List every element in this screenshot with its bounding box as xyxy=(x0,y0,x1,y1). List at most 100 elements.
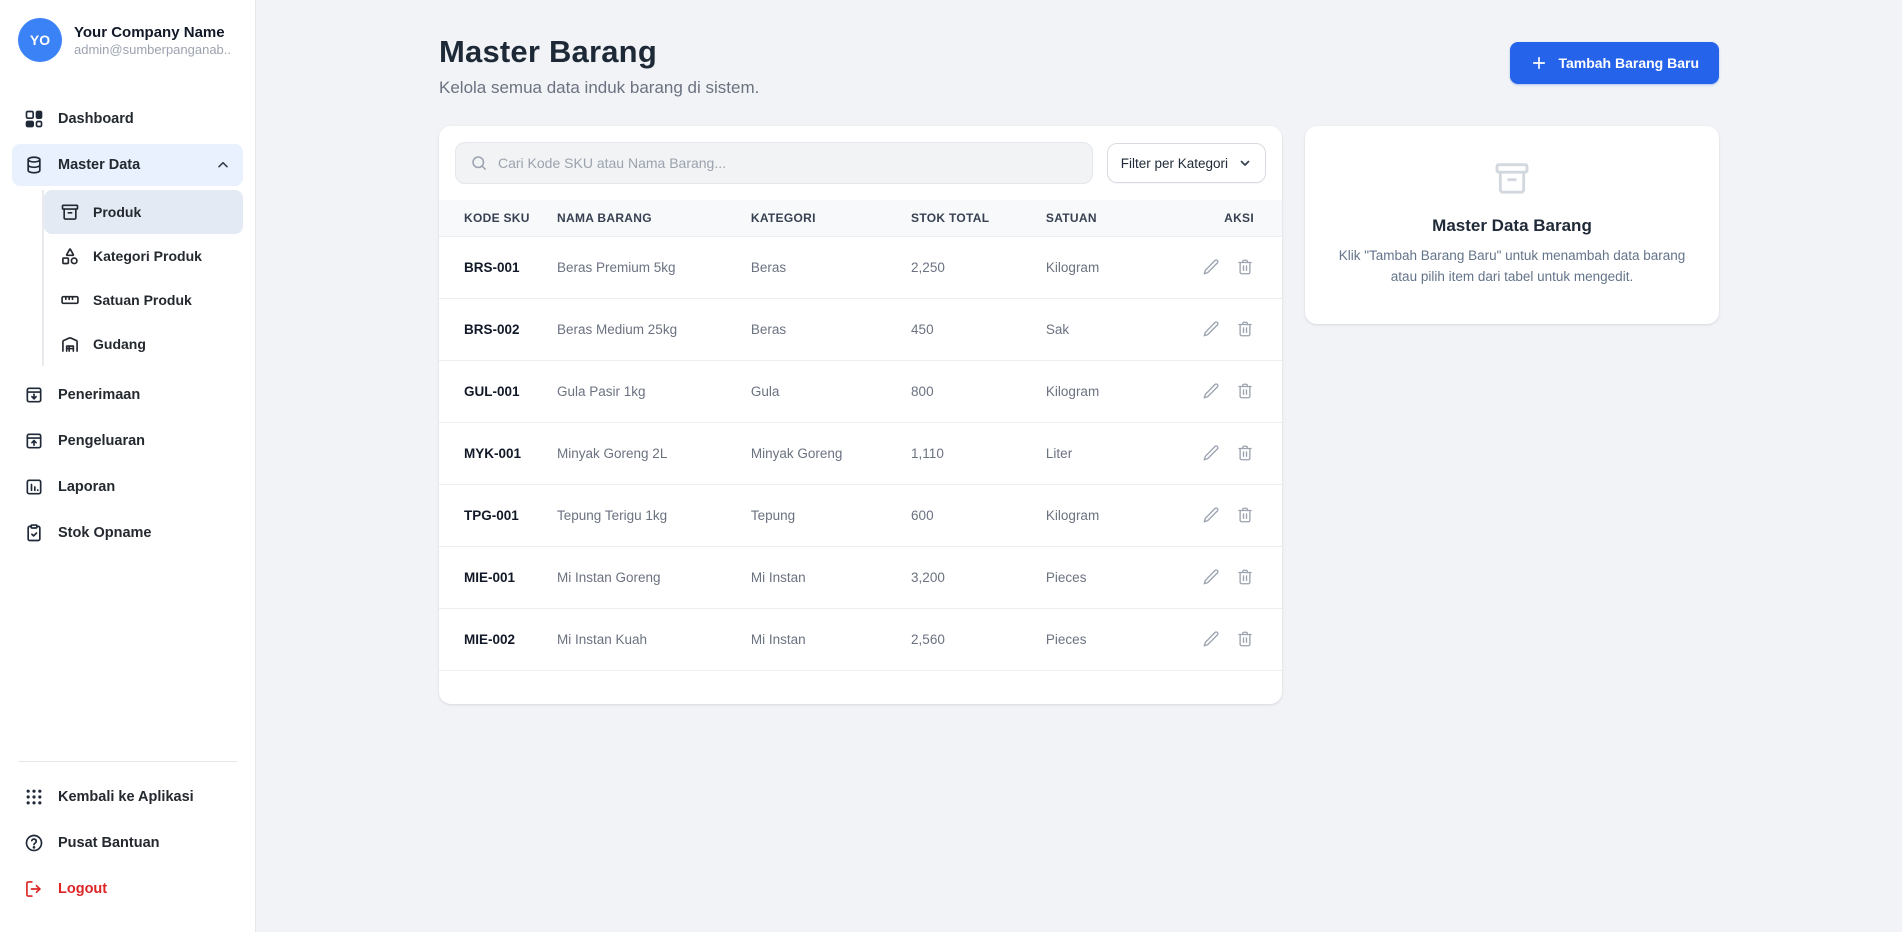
category-filter-select[interactable]: Filter per Kategori xyxy=(1107,143,1266,183)
cell-stok-total: 1,110 xyxy=(911,422,1046,484)
master-data-submenu: Produk Kategori Produk Satuan Produk Gud… xyxy=(42,190,243,366)
cell-kategori: Minyak Goreng xyxy=(751,422,911,484)
delete-button[interactable] xyxy=(1236,630,1254,648)
cell-kategori: Tepung xyxy=(751,484,911,546)
sidebar-item-kembali-ke-aplikasi[interactable]: Kembali ke Aplikasi xyxy=(12,776,243,818)
sidebar-item-label: Gudang xyxy=(93,336,146,352)
cell-satuan: Kilogram xyxy=(1046,360,1164,422)
cell-stok-total: 450 xyxy=(911,298,1046,360)
ruler-icon xyxy=(60,290,80,310)
sidebar-item-kategori-produk[interactable]: Kategori Produk xyxy=(44,234,243,278)
info-card-title: Master Data Barang xyxy=(1335,216,1689,236)
table-header-row: KODE SKU NAMA BARANG KATEGORI STOK TOTAL… xyxy=(439,200,1282,236)
table-row[interactable]: MIE-002Mi Instan KuahMi Instan2,560Piece… xyxy=(439,608,1282,670)
table-body: BRS-001Beras Premium 5kgBeras2,250Kilogr… xyxy=(439,236,1282,670)
sidebar-footer: Kembali ke Aplikasi Pusat Bantuan Logout xyxy=(12,761,243,914)
sidebar-item-label: Produk xyxy=(93,204,141,220)
search-box xyxy=(455,142,1093,184)
table-footer xyxy=(439,670,1282,704)
sidebar-item-label: Kembali ke Aplikasi xyxy=(58,789,194,805)
add-item-button-label: Tambah Barang Baru xyxy=(1558,55,1699,71)
cell-nama-barang: Gula Pasir 1kg xyxy=(557,360,751,422)
inbox-arrow-up-icon xyxy=(24,431,44,451)
logout-icon xyxy=(24,879,44,899)
sidebar-nav: Dashboard Master Data Produk Ka xyxy=(12,98,243,558)
cell-aksi xyxy=(1164,608,1282,670)
sidebar-item-label: Stok Opname xyxy=(58,525,151,541)
delete-button[interactable] xyxy=(1236,382,1254,400)
edit-button[interactable] xyxy=(1202,630,1220,648)
sidebar-item-label: Kategori Produk xyxy=(93,248,202,264)
sidebar-item-pusat-bantuan[interactable]: Pusat Bantuan xyxy=(12,822,243,864)
delete-button[interactable] xyxy=(1236,568,1254,586)
cell-aksi xyxy=(1164,422,1282,484)
avatar: YO xyxy=(18,18,62,62)
sidebar-item-laporan[interactable]: Laporan xyxy=(12,466,243,508)
sidebar-item-produk[interactable]: Produk xyxy=(44,190,243,234)
cell-kode-sku: MIE-002 xyxy=(439,608,557,670)
cell-kode-sku: MYK-001 xyxy=(439,422,557,484)
search-input[interactable] xyxy=(498,155,1078,171)
table-row[interactable]: GUL-001Gula Pasir 1kgGula800Kilogram xyxy=(439,360,1282,422)
table-toolbar: Filter per Kategori xyxy=(439,126,1282,200)
cell-aksi xyxy=(1164,236,1282,298)
cell-aksi xyxy=(1164,546,1282,608)
cell-satuan: Sak xyxy=(1046,298,1164,360)
sidebar-item-label: Pusat Bantuan xyxy=(58,835,160,851)
edit-button[interactable] xyxy=(1202,444,1220,462)
delete-button[interactable] xyxy=(1236,444,1254,462)
dashboard-icon xyxy=(24,109,44,129)
cell-satuan: Liter xyxy=(1046,422,1164,484)
edit-button[interactable] xyxy=(1202,320,1220,338)
table-row[interactable]: MIE-001Mi Instan GorengMi Instan3,200Pie… xyxy=(439,546,1282,608)
delete-button[interactable] xyxy=(1236,320,1254,338)
cell-kode-sku: GUL-001 xyxy=(439,360,557,422)
column-header-stok-total: STOK TOTAL xyxy=(911,200,1046,236)
page-title: Master Barang xyxy=(439,34,759,70)
cell-kategori: Gula xyxy=(751,360,911,422)
table-row[interactable]: BRS-001Beras Premium 5kgBeras2,250Kilogr… xyxy=(439,236,1282,298)
cell-aksi xyxy=(1164,484,1282,546)
company-email: admin@sumberpanganab... xyxy=(74,42,232,57)
cell-aksi xyxy=(1164,360,1282,422)
sidebar-item-satuan-produk[interactable]: Satuan Produk xyxy=(44,278,243,322)
cell-kode-sku: BRS-002 xyxy=(439,298,557,360)
column-header-aksi: AKSI xyxy=(1164,200,1282,236)
cell-nama-barang: Mi Instan Goreng xyxy=(557,546,751,608)
cell-nama-barang: Tepung Terigu 1kg xyxy=(557,484,751,546)
search-icon xyxy=(470,154,488,172)
delete-button[interactable] xyxy=(1236,258,1254,276)
sidebar-item-gudang[interactable]: Gudang xyxy=(44,322,243,366)
sidebar-item-stok-opname[interactable]: Stok Opname xyxy=(12,512,243,554)
products-table-card: Filter per Kategori KODE SKU NAMA BARANG… xyxy=(439,126,1282,704)
delete-button[interactable] xyxy=(1236,506,1254,524)
edit-button[interactable] xyxy=(1202,258,1220,276)
cell-nama-barang: Beras Premium 5kg xyxy=(557,236,751,298)
sidebar-divider xyxy=(18,761,237,762)
sidebar: YO Your Company Name admin@sumberpangana… xyxy=(0,0,256,932)
sidebar-item-dashboard[interactable]: Dashboard xyxy=(12,98,243,140)
cell-kategori: Beras xyxy=(751,298,911,360)
table-row[interactable]: BRS-002Beras Medium 25kgBeras450Sak xyxy=(439,298,1282,360)
grid-dots-icon xyxy=(24,787,44,807)
cell-satuan: Kilogram xyxy=(1046,236,1164,298)
sidebar-item-master-data[interactable]: Master Data xyxy=(12,144,243,186)
edit-button[interactable] xyxy=(1202,506,1220,524)
cell-kode-sku: MIE-001 xyxy=(439,546,557,608)
table-row[interactable]: TPG-001Tepung Terigu 1kgTepung600Kilogra… xyxy=(439,484,1282,546)
sidebar-item-logout[interactable]: Logout xyxy=(12,868,243,910)
cell-kode-sku: BRS-001 xyxy=(439,236,557,298)
add-item-button[interactable]: Tambah Barang Baru xyxy=(1510,42,1719,84)
sidebar-item-label: Logout xyxy=(58,881,107,897)
sidebar-item-penerimaan[interactable]: Penerimaan xyxy=(12,374,243,416)
edit-button[interactable] xyxy=(1202,382,1220,400)
column-header-satuan: SATUAN xyxy=(1046,200,1164,236)
sidebar-item-label: Dashboard xyxy=(58,111,134,127)
products-table: KODE SKU NAMA BARANG KATEGORI STOK TOTAL… xyxy=(439,200,1282,670)
sidebar-item-pengeluaran[interactable]: Pengeluaran xyxy=(12,420,243,462)
edit-button[interactable] xyxy=(1202,568,1220,586)
main-content: Master Barang Kelola semua data induk ba… xyxy=(256,0,1902,932)
cell-nama-barang: Mi Instan Kuah xyxy=(557,608,751,670)
table-row[interactable]: MYK-001Minyak Goreng 2LMinyak Goreng1,11… xyxy=(439,422,1282,484)
cell-kategori: Mi Instan xyxy=(751,608,911,670)
